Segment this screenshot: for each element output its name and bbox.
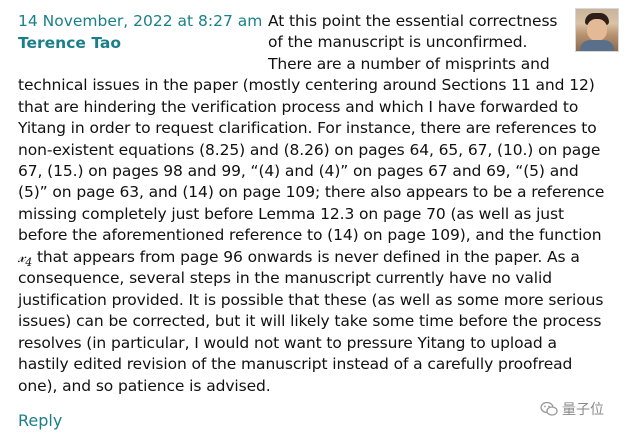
comment-line: At this point the essential correctness: [268, 12, 558, 30]
reply-link[interactable]: Reply: [18, 410, 62, 432]
comment-line: justification provided. It is possible t…: [18, 291, 604, 309]
comment-line: before the aforementioned reference to (…: [18, 226, 602, 244]
comment-line: non-existent equations (8.25) and (8.26)…: [18, 141, 601, 159]
comment-line: resolves (in particular, I would not wan…: [18, 334, 557, 352]
watermark-text: 量子位: [562, 402, 604, 418]
comment-line-text: that appears from page 96 onwards is nev…: [36, 248, 580, 266]
comment-line: Yitang in order to request clarification…: [18, 119, 597, 137]
avatar-shirt: [580, 40, 614, 51]
comment-line: consequence, several steps in the manusc…: [18, 269, 552, 287]
comment-line: (5)” on page 63, and (14) on page 109; t…: [18, 183, 605, 201]
avatar: [575, 8, 619, 52]
comment-line: 67, (15.) on pages 98 and 99, “(4) and (…: [18, 162, 579, 180]
avatar-face: [587, 19, 607, 41]
comment-line: There are a number of misprints and: [268, 55, 550, 73]
comment-meta: 14 November, 2022 at 8:27 am Terence Tao: [18, 10, 263, 54]
comment-line: missing completely just before Lemma 12.…: [18, 205, 564, 223]
comment-line: one), and so patience is advised.: [18, 377, 271, 395]
function-symbol: 𝓍4: [18, 248, 32, 269]
comment-date-link[interactable]: 14 November, 2022 at 8:27 am: [18, 10, 263, 32]
wechat-icon: [540, 401, 558, 416]
comment-line: issues) can be corrected, but it will li…: [18, 312, 602, 330]
comment-author: Terence Tao: [18, 34, 121, 52]
comment: 14 November, 2022 at 8:27 am Terence Tao…: [0, 0, 640, 437]
comment-line: of the manuscript is unconfirmed.: [268, 33, 528, 51]
watermark: 量子位: [540, 398, 604, 420]
comment-line: technical issues in the paper (mostly ce…: [18, 76, 595, 94]
comment-line: hastily edited revision of the manuscrip…: [18, 355, 573, 373]
comment-line: that are hindering the verification proc…: [18, 98, 579, 116]
